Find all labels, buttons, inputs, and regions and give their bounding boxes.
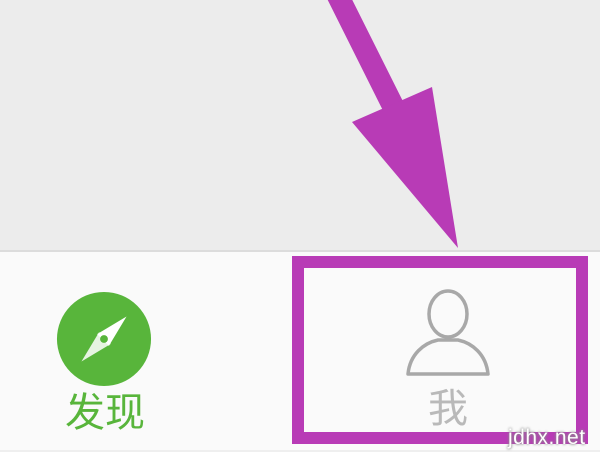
highlight-frame bbox=[292, 256, 588, 444]
tab-discover[interactable]: 发现 bbox=[0, 252, 290, 452]
content-area bbox=[0, 0, 600, 250]
watermark: jdhx.net bbox=[508, 426, 586, 449]
compass-icon bbox=[56, 291, 152, 387]
tab-discover-label: 发现 bbox=[65, 390, 145, 436]
